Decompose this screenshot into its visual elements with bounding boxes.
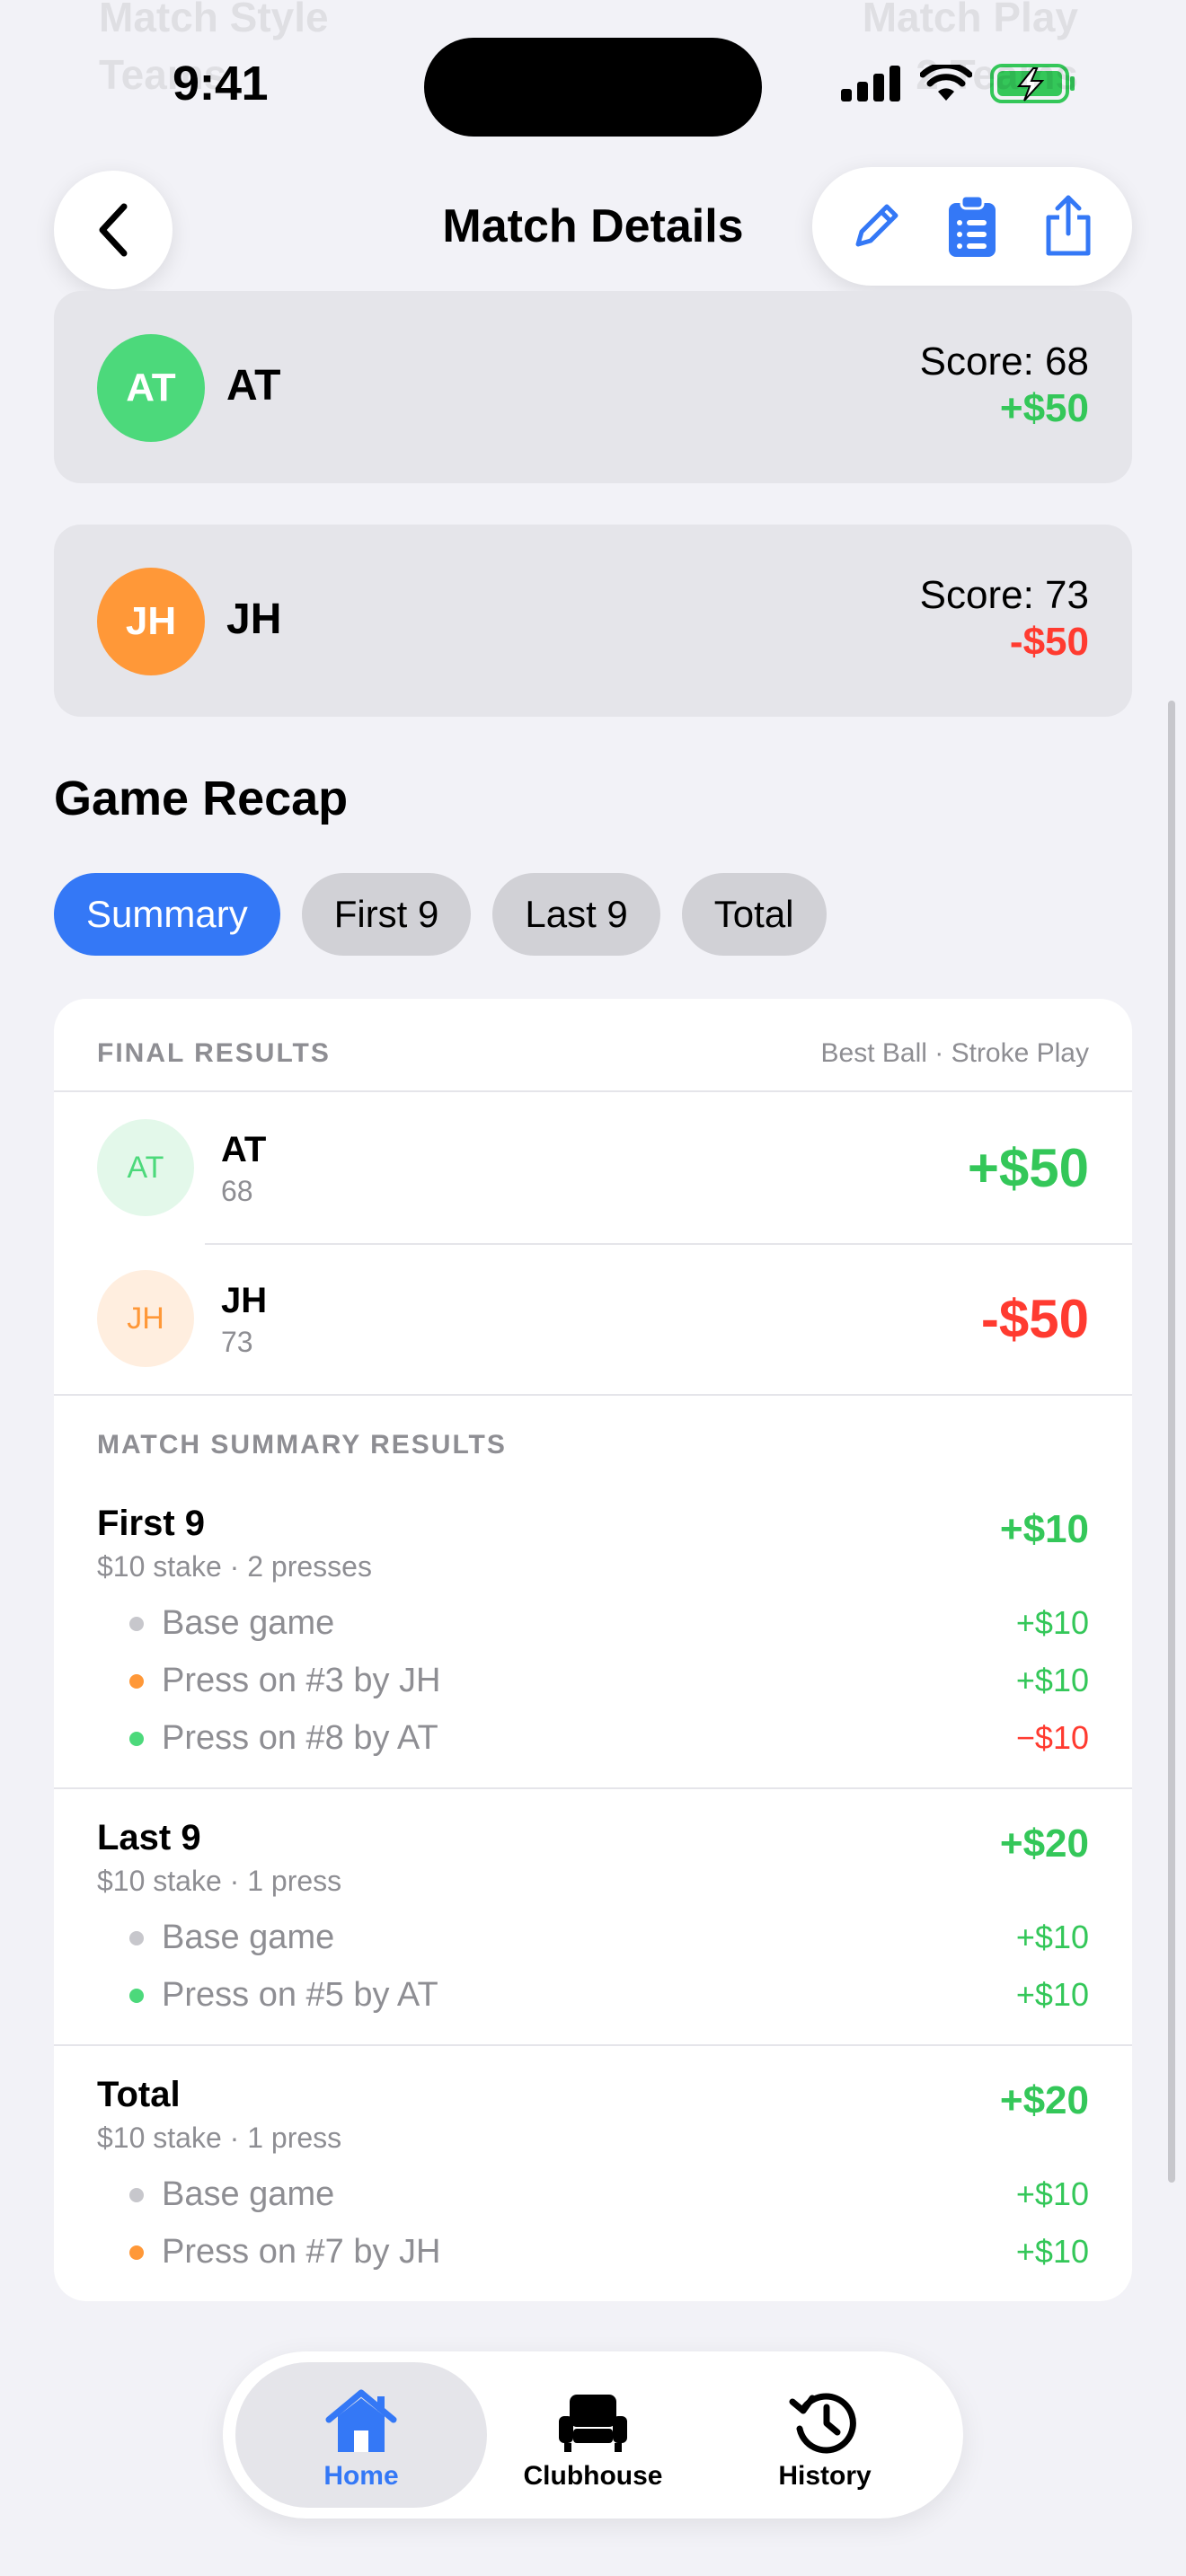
tab-label: History [778, 2461, 872, 2491]
player-winnings: -$50 [1009, 620, 1089, 664]
player-score: Score: 73 [919, 573, 1089, 617]
list-item: Press on #3 by JH +$10 [129, 1653, 1089, 1707]
ghost-label: Match Style [99, 0, 329, 40]
history-clock-icon [789, 2393, 856, 2454]
house-icon [325, 2389, 397, 2452]
list-item: Press on #7 by JH +$10 [129, 2224, 1089, 2278]
tab-first-9[interactable]: First 9 [301, 873, 472, 956]
dot-indicator [129, 1674, 144, 1689]
tab-home[interactable]: Home [235, 2362, 487, 2508]
group-subtitle: $10 stake · 2 presses [97, 1550, 372, 1583]
line-label: Base game [162, 1919, 335, 1956]
pencil-icon [855, 204, 898, 247]
player-winnings: +$50 [999, 386, 1089, 430]
line-amount: −$10 [1015, 1719, 1089, 1756]
final-results-header: FINAL RESULTS [97, 1038, 331, 1068]
armchair-icon [559, 2395, 627, 2452]
player-name: AT [221, 1130, 267, 1169]
player-score: Score: 68 [919, 340, 1089, 384]
avatar: JH [97, 568, 205, 675]
list-item: Base game +$10 [129, 1910, 1089, 1963]
line-amount: +$10 [1015, 1662, 1089, 1698]
line-label: Press on #7 by JH [162, 2233, 441, 2271]
list-item: AT AT 68 +$50 [54, 1092, 1132, 1243]
player-score: 73 [221, 1326, 253, 1358]
section-heading: Game Recap [54, 772, 349, 825]
clipboard-icon [948, 194, 996, 257]
tab-clubhouse[interactable]: Clubhouse [467, 2362, 719, 2508]
line-label: Base game [162, 1604, 335, 1642]
line-amount: +$10 [1015, 1976, 1089, 2013]
player-score: 68 [221, 1175, 253, 1207]
group-title: First 9 [97, 1504, 206, 1543]
tab-summary[interactable]: Summary [54, 873, 280, 956]
signal-icon [841, 66, 900, 101]
player-card-at[interactable]: AT AT Score: 68 +$50 [54, 291, 1132, 483]
avatar: AT [97, 334, 205, 442]
ghost-value: Match Play [862, 0, 1078, 40]
divider [54, 1394, 1132, 1396]
line-label: Base game [162, 2175, 335, 2213]
list-item: JH JH 73 -$50 [54, 1243, 1132, 1394]
player-card-jh[interactable]: JH JH Score: 73 -$50 [54, 525, 1132, 717]
divider [54, 1787, 1132, 1789]
player-amount: -$50 [980, 1289, 1089, 1349]
group-subtitle: $10 stake · 1 press [97, 2122, 342, 2154]
avatar: AT [97, 1119, 194, 1216]
tab-total[interactable]: Total [681, 873, 827, 956]
line-amount: +$10 [1015, 2233, 1089, 2270]
group-subtitle: $10 stake · 1 press [97, 1865, 342, 1897]
player-name: AT [226, 362, 281, 410]
match-summary-header: MATCH SUMMARY RESULTS [97, 1430, 507, 1460]
back-button[interactable] [54, 171, 173, 289]
group-amount: +$20 [999, 1822, 1089, 1866]
list-item: Base game +$10 [129, 1595, 1089, 1649]
results-card: FINAL RESULTS Best Ball · Stroke Play AT… [54, 999, 1132, 2301]
player-name: JH [226, 595, 282, 643]
game-format: Best Ball · Stroke Play [820, 1038, 1089, 1068]
edit-button[interactable] [836, 186, 916, 267]
clipboard-button[interactable] [932, 186, 1013, 267]
tab-history[interactable]: History [699, 2362, 951, 2508]
divider [54, 2044, 1132, 2046]
dot-indicator [129, 1617, 144, 1631]
chevron-left-icon [99, 203, 128, 257]
tab-last-9[interactable]: Last 9 [492, 873, 660, 956]
player-name: JH [221, 1281, 268, 1320]
dot-indicator [129, 1732, 144, 1746]
line-label: Press on #3 by JH [162, 1662, 441, 1699]
group-amount: +$10 [999, 1507, 1089, 1551]
line-amount: +$10 [1015, 2175, 1089, 2212]
line-label: Press on #8 by AT [162, 1719, 438, 1757]
share-icon [1046, 195, 1091, 256]
dot-indicator [129, 2245, 144, 2260]
ghost-label-2: Teams [99, 51, 227, 98]
list-item: Press on #5 by AT +$10 [129, 1967, 1089, 2021]
avatar: JH [97, 1270, 194, 1367]
line-amount: +$10 [1015, 1919, 1089, 1955]
action-group [812, 167, 1132, 286]
group-title: Total [97, 2075, 181, 2114]
dot-indicator [129, 1931, 144, 1945]
tab-label: Home [323, 2461, 399, 2491]
group-amount: +$20 [999, 2078, 1089, 2122]
tab-label: Clubhouse [523, 2461, 663, 2491]
share-button[interactable] [1028, 186, 1109, 267]
dot-indicator [129, 1989, 144, 2003]
group-title: Last 9 [97, 1818, 201, 1857]
dot-indicator [129, 2188, 144, 2202]
scrollbar[interactable] [1168, 701, 1175, 2183]
tab-bar: Home Clubhouse History [223, 2351, 963, 2519]
line-label: Press on #5 by AT [162, 1976, 438, 2014]
player-amount: +$50 [967, 1138, 1089, 1198]
recap-tabs: Summary First 9 Last 9 Total [54, 873, 827, 956]
dynamic-island [424, 38, 762, 137]
line-amount: +$10 [1015, 1604, 1089, 1641]
list-item: Base game +$10 [129, 2166, 1089, 2220]
list-item: Press on #8 by AT −$10 [129, 1710, 1089, 1764]
ghost-value-2: 2 Teams [916, 51, 1078, 98]
